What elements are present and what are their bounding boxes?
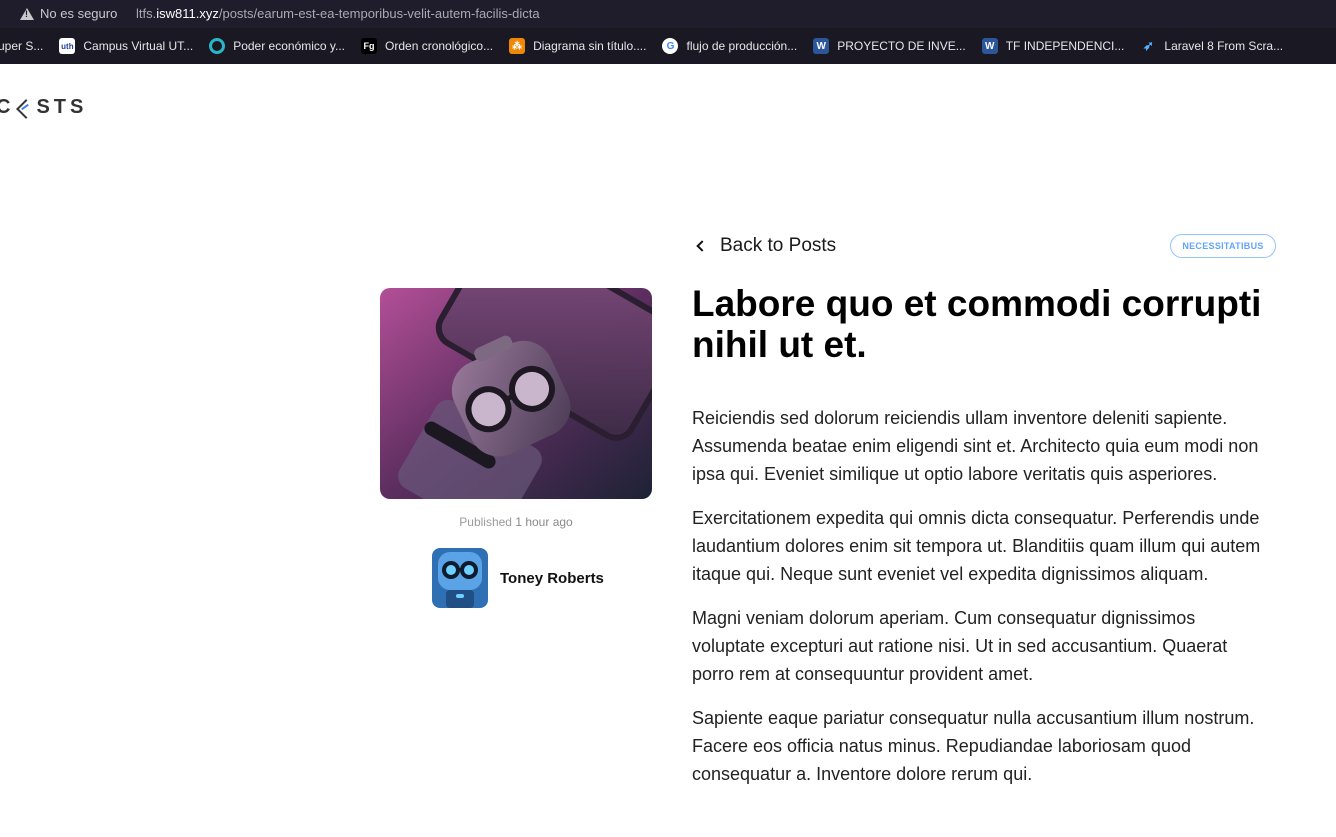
url-field[interactable]: ltfs.isw811.xyz/posts/earum-est-ea-tempo… bbox=[136, 6, 540, 21]
bookmark-item[interactable]: G flujo de producción... bbox=[662, 38, 797, 54]
security-label: No es seguro bbox=[40, 6, 118, 21]
bookmark-item[interactable]: ➶ Laravel 8 From Scra... bbox=[1140, 38, 1283, 54]
url-host: isw811.xyz bbox=[156, 6, 219, 21]
bookmark-label: Laravel 8 From Scra... bbox=[1164, 39, 1284, 53]
bookmark-item[interactable]: uth Campus Virtual UT... bbox=[59, 38, 193, 54]
post-paragraph: Reiciendis sed dolorum reiciendis ullam … bbox=[692, 408, 1259, 484]
robot-avatar-icon bbox=[432, 548, 488, 608]
bookmark-item[interactable]: W TF INDEPENDENCI... bbox=[981, 38, 1125, 54]
author-block: Toney Roberts bbox=[432, 548, 604, 608]
avatar bbox=[432, 548, 488, 608]
plane-icon: ➶ bbox=[1142, 38, 1154, 53]
warning-icon bbox=[20, 7, 34, 20]
category-badge[interactable]: NECESSITATIBUS bbox=[1170, 234, 1276, 258]
back-link-label: Back to Posts bbox=[720, 235, 837, 256]
bookmark-label: Diagrama sin título.... bbox=[533, 39, 647, 53]
url-prefix: ltfs. bbox=[136, 6, 157, 21]
word-icon: W bbox=[981, 38, 998, 54]
post-paragraph: Sapiente eaque pariatur consequatur null… bbox=[692, 708, 1255, 784]
author-name[interactable]: Toney Roberts bbox=[500, 570, 604, 587]
back-to-posts-link[interactable]: Back to Posts bbox=[694, 235, 836, 257]
bookmark-label: Campus Virtual UT... bbox=[83, 39, 194, 53]
post-title: Labore quo et commodi corrupti nihil ut … bbox=[692, 283, 1262, 365]
bookmark-label: uper S... bbox=[0, 39, 44, 53]
bookmark-item[interactable]: W PROYECTO DE INVE... bbox=[813, 38, 966, 54]
bookmark-label: Orden cronológico... bbox=[385, 39, 494, 53]
bookmark-item[interactable]: Poder económico y... bbox=[209, 38, 345, 54]
bookmark-label: flujo de producción... bbox=[686, 39, 798, 53]
browser-address-bar: No es seguro ltfs.isw811.xyz/posts/earum… bbox=[0, 0, 1336, 28]
site-logo[interactable]: C STS bbox=[0, 96, 87, 119]
url-path: /posts/earum-est-ea-temporibus-velit-aut… bbox=[218, 6, 540, 21]
logo-text-right: STS bbox=[36, 96, 88, 118]
logo-mark-icon bbox=[17, 100, 33, 116]
uth-icon: uth bbox=[59, 38, 76, 54]
bookmark-label: PROYECTO DE INVE... bbox=[837, 39, 966, 53]
logo-text-left: C bbox=[0, 96, 15, 118]
geo-icon bbox=[209, 38, 226, 54]
published-date: Published 1 hour ago bbox=[380, 515, 652, 529]
security-indicator[interactable]: No es seguro bbox=[20, 6, 117, 21]
bookmark-item[interactable]: ⁂ Diagrama sin título.... bbox=[509, 38, 646, 54]
post-paragraph: Magni veniam dolorum aperiam. Cum conseq… bbox=[692, 608, 1228, 684]
fg-icon: Fg bbox=[361, 38, 378, 54]
robot-illustration-icon bbox=[380, 288, 652, 499]
bookmark-item[interactable]: uper S... bbox=[0, 39, 43, 53]
published-time: 1 hour ago bbox=[515, 515, 573, 529]
post-body: Reiciendis sed dolorum reiciendis ullam … bbox=[692, 404, 1272, 804]
post-thumbnail bbox=[380, 288, 652, 499]
word-icon: W bbox=[813, 38, 830, 54]
published-label: Published bbox=[459, 515, 512, 529]
chevron-left-icon bbox=[696, 240, 708, 252]
bookmark-label: Poder económico y... bbox=[233, 39, 346, 53]
post-paragraph: Exercitationem expedita qui omnis dicta … bbox=[692, 508, 1261, 584]
bookmark-item[interactable]: Fg Orden cronológico... bbox=[361, 38, 493, 54]
bookmarks-bar: uper S... uth Campus Virtual UT... Poder… bbox=[0, 28, 1336, 64]
drawio-icon: ⁂ bbox=[509, 38, 526, 54]
bookmark-label: TF INDEPENDENCI... bbox=[1005, 39, 1125, 53]
google-icon: G bbox=[662, 38, 679, 54]
